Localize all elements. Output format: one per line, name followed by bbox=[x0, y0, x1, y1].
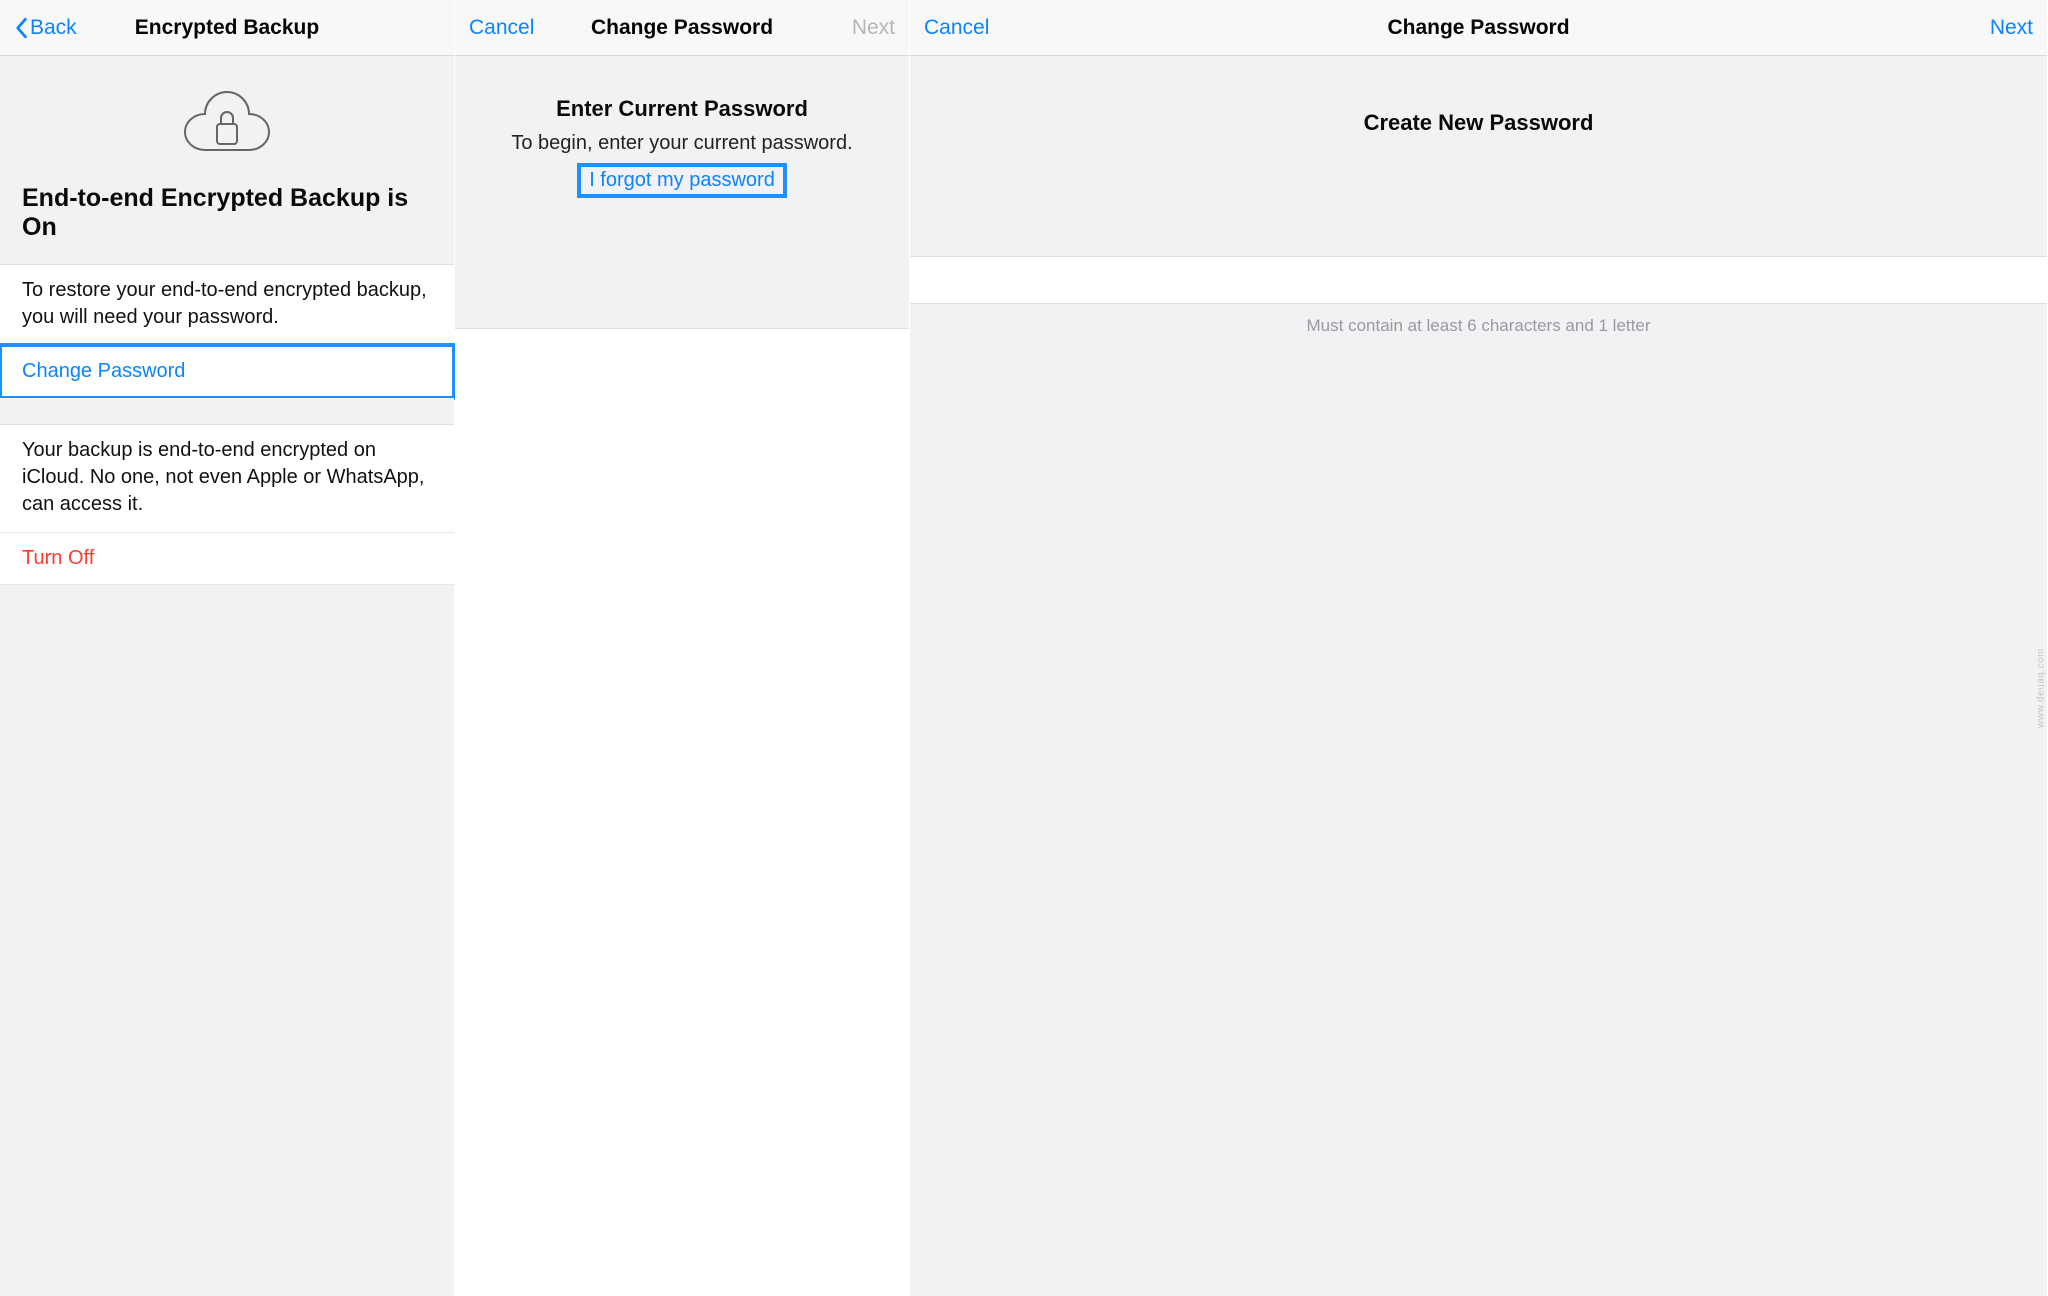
turn-off-button[interactable]: Turn Off bbox=[0, 532, 454, 585]
navbar: Cancel Change Password Next bbox=[455, 0, 909, 56]
section2-description: Your backup is end-to-end encrypted on i… bbox=[0, 424, 454, 532]
forgot-password-link[interactable]: I forgot my password bbox=[579, 165, 785, 196]
enter-password-heading: Enter Current Password bbox=[475, 96, 889, 122]
center-content: Create New Password bbox=[910, 56, 2047, 166]
panel-enter-current-password: Cancel Change Password Next Enter Curren… bbox=[455, 0, 910, 1296]
cancel-button[interactable]: Cancel bbox=[924, 16, 989, 40]
cancel-button[interactable]: Cancel bbox=[469, 16, 534, 40]
center-content: Enter Current Password To begin, enter y… bbox=[455, 56, 909, 216]
navbar: Cancel Change Password Next bbox=[910, 0, 2047, 56]
panel-create-new-password: Cancel Change Password Next Create New P… bbox=[910, 0, 2048, 1296]
watermark: www.deuaq.com bbox=[2036, 648, 2047, 728]
next-button[interactable]: Next bbox=[852, 16, 895, 40]
back-label: Back bbox=[30, 16, 77, 40]
change-password-button[interactable]: Change Password bbox=[0, 345, 454, 398]
hero-heading: End-to-end Encrypted Backup is On bbox=[22, 184, 432, 242]
chevron-left-icon bbox=[14, 17, 28, 39]
page-title: Change Password bbox=[910, 16, 2047, 40]
navbar: Back Encrypted Backup bbox=[0, 0, 454, 56]
create-password-heading: Create New Password bbox=[930, 110, 2027, 136]
new-password-input[interactable] bbox=[910, 256, 2047, 304]
hero: End-to-end Encrypted Backup is On bbox=[0, 56, 454, 264]
section1-description: To restore your end-to-end encrypted bac… bbox=[0, 264, 454, 345]
panel-encrypted-backup: Back Encrypted Backup End-to-end Encrypt… bbox=[0, 0, 455, 1296]
section-gap bbox=[0, 398, 454, 424]
back-button[interactable]: Back bbox=[14, 16, 77, 40]
enter-password-subtext: To begin, enter your current password. bbox=[475, 132, 889, 155]
next-button[interactable]: Next bbox=[1990, 16, 2033, 40]
password-hint: Must contain at least 6 characters and 1… bbox=[910, 304, 2047, 348]
password-input-area[interactable] bbox=[455, 328, 909, 1296]
cloud-lock-icon bbox=[22, 84, 432, 156]
